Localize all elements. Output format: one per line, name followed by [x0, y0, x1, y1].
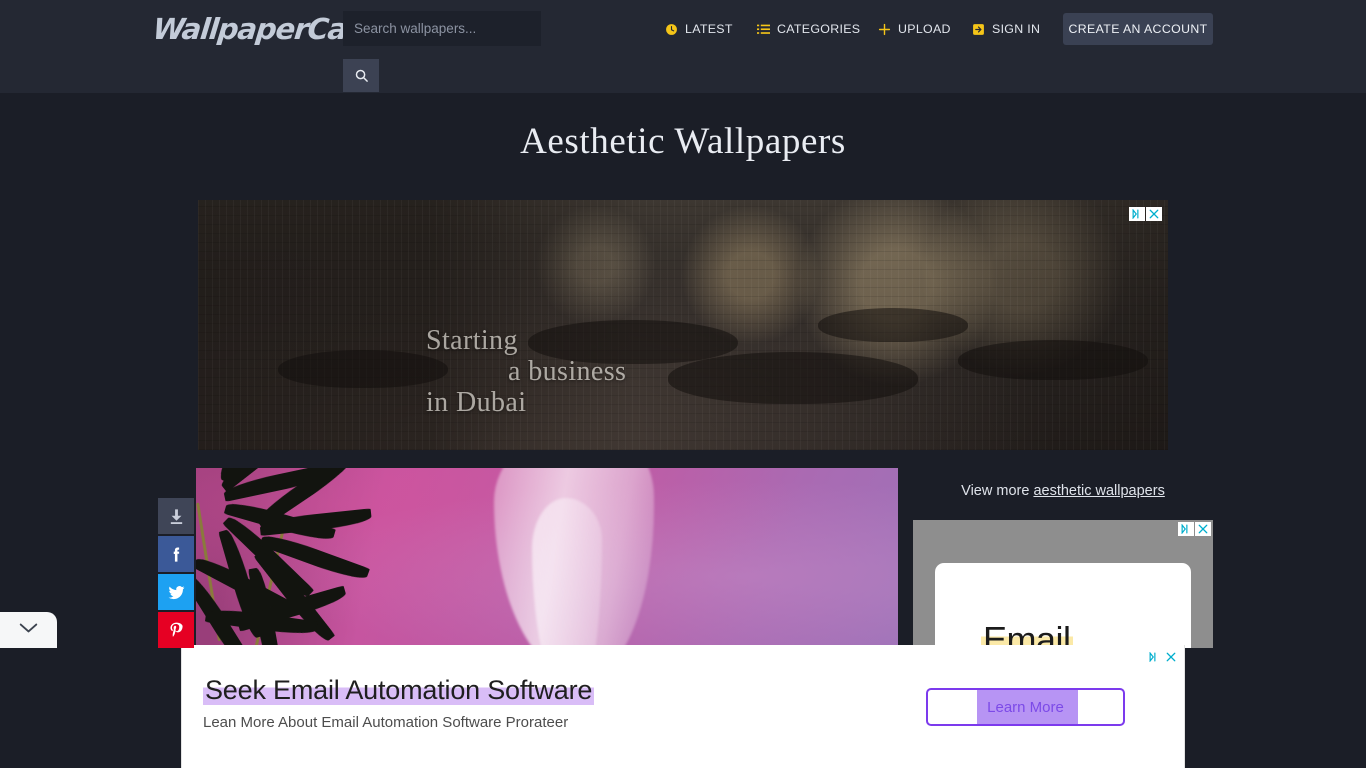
- nav-item-latest[interactable]: LATEST: [665, 21, 733, 37]
- nav-item-upload[interactable]: UPLOAD: [878, 21, 951, 37]
- facebook-icon: [167, 545, 186, 564]
- site-logo[interactable]: WallpaperCave: [151, 10, 384, 48]
- close-icon[interactable]: [1146, 207, 1162, 221]
- create-account-button[interactable]: CREATE AN ACCOUNT: [1063, 13, 1213, 45]
- site-header: WallpaperCave LATEST: [0, 0, 1366, 93]
- view-more-text: View more aesthetic wallpapers: [913, 483, 1213, 499]
- list-icon: [757, 23, 770, 36]
- nav-item-latest-label: LATEST: [685, 22, 733, 36]
- adchoices-triangle-icon[interactable]: [1129, 207, 1145, 221]
- sidebar-ad-word: Email: [981, 619, 1073, 648]
- sidebar-ad-card: Email: [935, 563, 1191, 648]
- share-facebook-button[interactable]: [158, 536, 194, 572]
- top-banner-ad[interactable]: Starting a business in Dubai: [198, 200, 1168, 450]
- view-more-link[interactable]: aesthetic wallpapers: [1033, 483, 1164, 499]
- clock-icon: [665, 23, 678, 36]
- nav-item-sign-in[interactable]: SIGN IN: [972, 21, 1040, 37]
- sidebar-ad[interactable]: Email: [913, 520, 1213, 648]
- search-button[interactable]: [343, 59, 379, 92]
- close-icon[interactable]: [1195, 522, 1211, 536]
- nav-item-upload-label: UPLOAD: [898, 22, 951, 36]
- learn-more-button[interactable]: Learn More: [926, 688, 1125, 726]
- wallpaper-palm-silhouette: [196, 468, 448, 648]
- login-icon: [972, 23, 985, 36]
- nav-item-categories[interactable]: CATEGORIES: [757, 21, 860, 37]
- banner-ad-text: Starting a business in Dubai: [426, 325, 846, 418]
- twitter-icon: [167, 583, 186, 602]
- view-more-prefix: View more: [961, 483, 1034, 499]
- nav-item-categories-label: CATEGORIES: [777, 22, 861, 36]
- bottom-ad-subtext: Lean More About Email Automation Softwar…: [203, 714, 569, 731]
- share-pinterest-button[interactable]: [158, 612, 194, 648]
- sidebar-ad-controls: [1178, 522, 1211, 536]
- adchoices-triangle-icon[interactable]: [1178, 522, 1194, 536]
- banner-ad-line2: a business: [508, 356, 627, 387]
- learn-more-label: Learn More: [987, 698, 1064, 716]
- wallpaper-image[interactable]: [196, 468, 898, 648]
- plus-icon: [878, 23, 891, 36]
- bottom-ad[interactable]: Seek Email Automation Software Lean More…: [181, 645, 1185, 768]
- download-icon: [168, 508, 185, 525]
- share-collapse-button[interactable]: [0, 612, 57, 648]
- wallpaper-drape-shape-2: [532, 498, 602, 648]
- pinterest-icon: [167, 621, 186, 640]
- banner-ad-controls: [1129, 207, 1162, 221]
- search-icon: [354, 68, 369, 83]
- close-icon[interactable]: [1163, 650, 1179, 664]
- bottom-ad-controls: [1146, 650, 1179, 664]
- banner-ad-line1: Starting: [426, 325, 518, 356]
- download-button[interactable]: [158, 498, 194, 534]
- adchoices-triangle-icon[interactable]: [1146, 650, 1162, 664]
- nav-item-sign-in-label: SIGN IN: [992, 22, 1041, 36]
- share-twitter-button[interactable]: [158, 574, 194, 610]
- bottom-ad-headline[interactable]: Seek Email Automation Software: [203, 675, 595, 706]
- page-title: Aesthetic Wallpapers: [520, 121, 846, 162]
- chevron-down-icon: [19, 621, 38, 639]
- search-input[interactable]: [343, 11, 541, 46]
- banner-ad-line3: in Dubai: [426, 387, 527, 418]
- share-sidebar: [158, 498, 194, 650]
